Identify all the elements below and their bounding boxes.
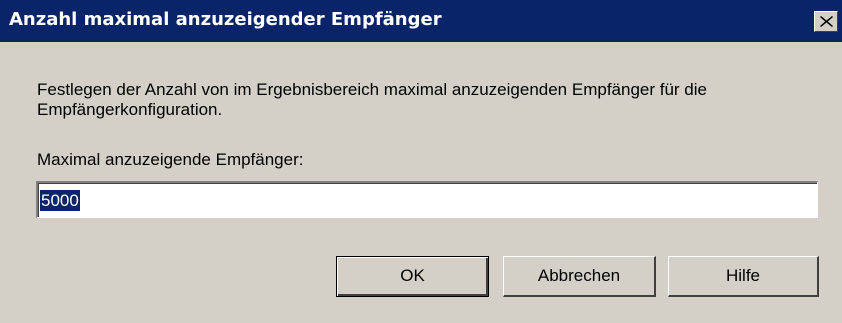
max-recipients-value[interactable]: 5000: [40, 190, 80, 211]
window-title: Anzahl maximal anzuzeigender Empfänger: [9, 9, 442, 30]
ok-button[interactable]: OK: [336, 256, 489, 297]
close-button[interactable]: [814, 11, 838, 32]
close-icon: [820, 16, 833, 27]
max-recipients-label: Maximal anzuzeigende Empfänger:: [37, 150, 304, 169]
title-bar[interactable]: Anzahl maximal anzuzeigender Empfänger: [0, 0, 842, 42]
help-button[interactable]: Hilfe: [668, 256, 819, 297]
cancel-button[interactable]: Abbrechen: [503, 256, 656, 297]
description-text: Festlegen der Anzahl von im Ergebnisbere…: [37, 80, 707, 119]
max-recipients-input[interactable]: 5000: [36, 181, 818, 218]
dialog-window: Anzahl maximal anzuzeigender Empfänger F…: [0, 0, 842, 323]
